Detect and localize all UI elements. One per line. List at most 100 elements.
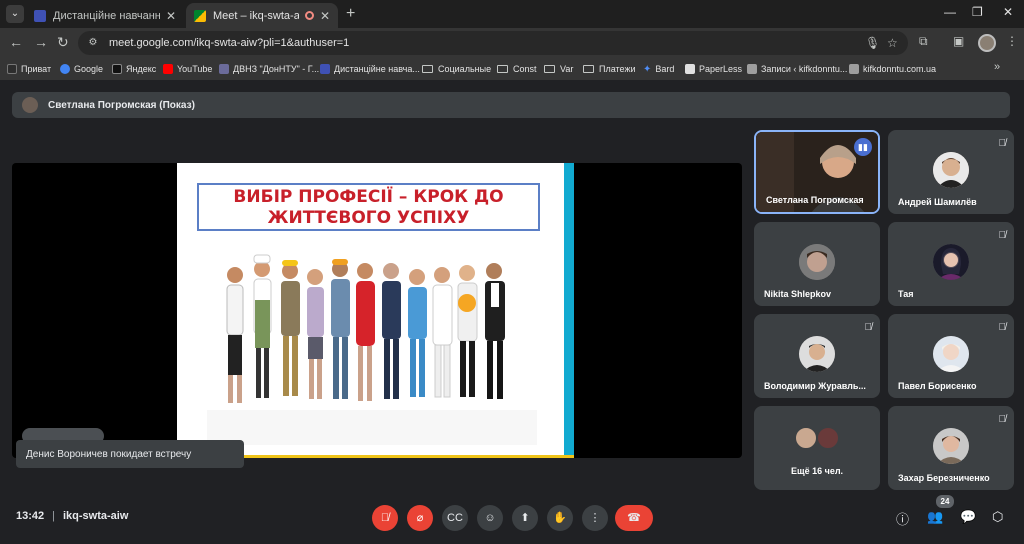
presentation-slide: ВИБІР ПРОФЕСІЇ – КРОК ДО ЖИТТЄВОГО УСПІХ… xyxy=(177,163,574,458)
participant-avatar xyxy=(816,426,840,450)
folder-icon xyxy=(583,65,594,73)
chat-icon[interactable]: 💬 xyxy=(960,509,976,525)
participant-avatar xyxy=(799,244,835,280)
restore-icon[interactable]: ❐ xyxy=(972,5,983,19)
bookmark-item[interactable]: Дистанційне навча... xyxy=(320,61,420,77)
bookmark-icon xyxy=(849,64,859,74)
participant-tile[interactable]: 🎙̸ Андрей Шамилёв xyxy=(888,130,1014,214)
mic-off-icon: 🎙̸ xyxy=(998,414,1007,425)
close-tab-icon[interactable]: ✕ xyxy=(320,9,330,23)
meet-favicon-icon xyxy=(194,9,206,22)
present-screen-button[interactable]: ⬆ xyxy=(512,505,538,531)
address-bar[interactable]: ⚙ meet.google.com/ikq-swta-aiw?pli=1&aut… xyxy=(78,31,908,55)
bookmark-item[interactable]: kifkdonntu.com.ua xyxy=(849,61,936,77)
microphone-icon[interactable]: 🎙 xyxy=(865,36,880,50)
yandex-icon xyxy=(112,64,122,74)
bookmark-icon xyxy=(685,64,695,74)
more-bookmarks-icon[interactable]: » xyxy=(994,61,1000,73)
mic-off-icon: 🎙̸ xyxy=(864,322,873,333)
bookmark-item[interactable]: ✦ Bard xyxy=(643,61,674,77)
slide-accent-bar xyxy=(564,163,574,458)
bookmark-item[interactable]: YouTube xyxy=(163,61,212,77)
extensions-icon[interactable]: ⧉ xyxy=(919,34,928,49)
meeting-code: ikq-swta-aiw xyxy=(63,510,129,522)
camera-toggle-button[interactable]: ⌀ xyxy=(407,505,433,531)
more-participants-tile[interactable]: Ещё 16 чел. xyxy=(754,406,880,490)
participant-avatar xyxy=(799,336,835,372)
minimize-icon[interactable]: — xyxy=(944,5,956,19)
raise-hand-button[interactable]: ✋ xyxy=(547,505,573,531)
presentation-stage[interactable]: ВИБІР ПРОФЕСІЇ – КРОК ДО ЖИТТЄВОГО УСПІХ… xyxy=(12,163,742,458)
bard-icon: ✦ xyxy=(643,63,652,75)
folder-icon xyxy=(422,65,433,73)
recording-indicator-icon xyxy=(304,11,314,20)
menu-icon[interactable]: ⋮ xyxy=(1006,34,1018,48)
bookmark-folder[interactable]: Var xyxy=(544,61,573,77)
bookmark-icon xyxy=(320,64,330,74)
participant-tile[interactable]: 🎙̸ Тая xyxy=(888,222,1014,306)
folder-icon xyxy=(544,65,555,73)
mic-toggle-button[interactable]: 🎙̸ xyxy=(372,505,398,531)
mic-off-icon: 🎙̸ xyxy=(998,138,1007,149)
bookmark-star-icon[interactable]: ☆ xyxy=(887,36,898,50)
more-options-button[interactable]: ⋮ xyxy=(582,505,608,531)
bookmark-item[interactable]: Google xyxy=(60,61,103,77)
bookmark-folder[interactable]: Социальные xyxy=(422,61,491,77)
participant-tile[interactable]: 🎙̸ Володимир Журавль... xyxy=(754,314,880,398)
more-participants-avatars xyxy=(794,426,844,450)
side-panel-icon[interactable]: ▣ xyxy=(953,34,964,48)
close-tab-icon[interactable]: ✕ xyxy=(166,9,176,23)
bookmark-item[interactable]: PaperLess xyxy=(685,61,742,77)
reload-icon[interactable]: ↻ xyxy=(57,34,69,51)
back-icon[interactable]: ← xyxy=(9,34,23,50)
tab-distance-learning[interactable]: Дистанційне навчання в ВСП ✕ xyxy=(26,3,184,28)
tab-strip: ⌄ Дистанційне навчання в ВСП ✕ Meet – ik… xyxy=(0,0,1024,28)
leave-call-button[interactable]: ☎ xyxy=(615,505,653,531)
site-favicon-icon xyxy=(34,9,46,22)
forward-icon[interactable]: → xyxy=(34,34,48,50)
site-info-icon[interactable]: ⚙ xyxy=(86,36,100,50)
new-tab-button[interactable]: + xyxy=(346,5,355,23)
mic-off-icon: 🎙̸ xyxy=(998,230,1007,241)
folder-icon xyxy=(497,65,508,73)
presenter-avatar xyxy=(22,97,38,113)
bookmark-folder[interactable]: Const xyxy=(497,61,537,77)
participant-avatar xyxy=(933,244,969,280)
separator: | xyxy=(52,510,55,522)
captions-button[interactable]: CC xyxy=(442,505,468,531)
mic-off-icon: 🎙̸ xyxy=(998,322,1007,333)
youtube-icon xyxy=(163,64,173,74)
participant-tile-speaker[interactable]: ▮▮ Светлана Погромская xyxy=(754,130,880,214)
bookmark-icon xyxy=(747,64,757,74)
bookmark-folder[interactable]: Платежи xyxy=(583,61,636,77)
participant-avatar xyxy=(933,428,969,464)
participant-avatar xyxy=(933,152,969,188)
bookmark-icon xyxy=(7,64,17,74)
tab-meet[interactable]: Meet – ikq-swta-aiw ✕ xyxy=(186,3,338,28)
meeting-info: 13:42 | ikq-swta-aiw xyxy=(16,510,128,522)
meeting-details-icon[interactable]: ⓘ xyxy=(896,509,909,528)
slide-title: ВИБІР ПРОФЕСІЇ – КРОК ДО ЖИТТЄВОГО УСПІХ… xyxy=(197,183,540,231)
browser-toolbar: ← → ↻ ⚙ meet.google.com/ikq-swta-aiw?pli… xyxy=(0,28,1024,58)
clock: 13:42 xyxy=(16,510,45,522)
bookmark-item[interactable]: Записи ‹ kifkdonntu... xyxy=(747,61,847,77)
tab-search-button[interactable]: ⌄ xyxy=(6,5,24,23)
people-icon[interactable]: 👥 xyxy=(927,509,943,525)
participant-avatar xyxy=(794,426,818,450)
notification-toast: Денис Вороничев покидает встречу xyxy=(16,440,244,468)
close-window-icon[interactable]: ✕ xyxy=(1003,5,1013,19)
bookmark-item[interactable]: ДВНЗ "ДонНТУ" - Г... xyxy=(219,61,319,77)
presenter-banner: Светлана Погромская (Показ) xyxy=(12,92,1010,118)
emoji-button[interactable]: ☺ xyxy=(477,505,503,531)
participant-tile[interactable]: 🎙̸ Павел Борисенко xyxy=(888,314,1014,398)
speaking-indicator-icon: ▮▮ xyxy=(854,138,872,156)
profile-avatar[interactable] xyxy=(978,34,996,52)
bookmark-item[interactable]: Яндекс xyxy=(112,61,156,77)
participant-tile[interactable]: 🎙̸ Захар Березниченко xyxy=(888,406,1014,490)
bookmark-item[interactable]: Приват xyxy=(7,61,51,77)
google-icon xyxy=(60,64,70,74)
activities-icon[interactable]: ⬡ xyxy=(992,509,1003,525)
participant-tile[interactable]: Nikita Shlepkov xyxy=(754,222,880,306)
bookmark-icon xyxy=(219,64,229,74)
participant-avatar xyxy=(933,336,969,372)
